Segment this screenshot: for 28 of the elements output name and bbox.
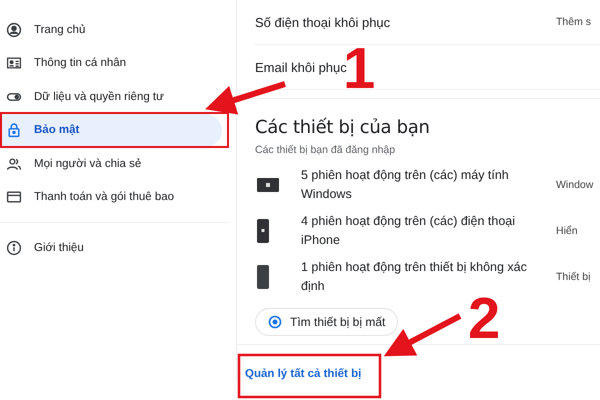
sidebar-item[interactable]: Thông tin cá nhân — [0, 46, 222, 80]
device-detail: Hiển — [556, 225, 579, 237]
card-icon — [6, 189, 22, 206]
device-detail: Window — [556, 179, 594, 191]
section-subtitle: Các thiết bị bạn đã đăng nhập — [255, 144, 396, 156]
location-icon — [268, 315, 282, 329]
lock-icon — [6, 122, 22, 138]
sidebar-item[interactable]: Dữ liệu và quyền riêng tư — [0, 80, 222, 114]
account-icon — [6, 22, 22, 38]
device-session[interactable]: 5 phiên hoạt động trên (các) máy tính Windows — [301, 166, 551, 204]
people-icon — [6, 156, 22, 172]
sidebar-item[interactable]: Bảo mật — [0, 114, 222, 147]
section-title: Các thiết bị của bạn — [255, 117, 431, 138]
sidebar-item[interactable]: Mọi người và chia sẻ — [0, 147, 222, 180]
find-device-button[interactable]: Tìm thiết bị bị mất — [255, 308, 398, 336]
computer-icon — [257, 178, 279, 192]
device-session[interactable]: 4 phiên hoạt động trên (các) điện thoại iPhone — [301, 212, 551, 250]
id-card-icon — [6, 55, 22, 72]
sidebar-item[interactable]: Trang chủ — [0, 13, 222, 46]
phone-icon — [257, 219, 269, 243]
sidebar-item[interactable]: Giới thiệu — [0, 231, 222, 264]
setting-label[interactable]: Số điện thoại khôi phục — [255, 14, 556, 30]
setting-value: Thêm s — [556, 16, 592, 28]
info-icon — [6, 240, 22, 256]
sidebar-item[interactable]: Thanh toán và gói thuê bao — [0, 180, 222, 214]
device-icon — [257, 265, 269, 289]
device-detail: Thiết bị — [556, 271, 592, 283]
manage-devices-link[interactable]: Quản lý tất cả thiết bị — [245, 368, 362, 380]
